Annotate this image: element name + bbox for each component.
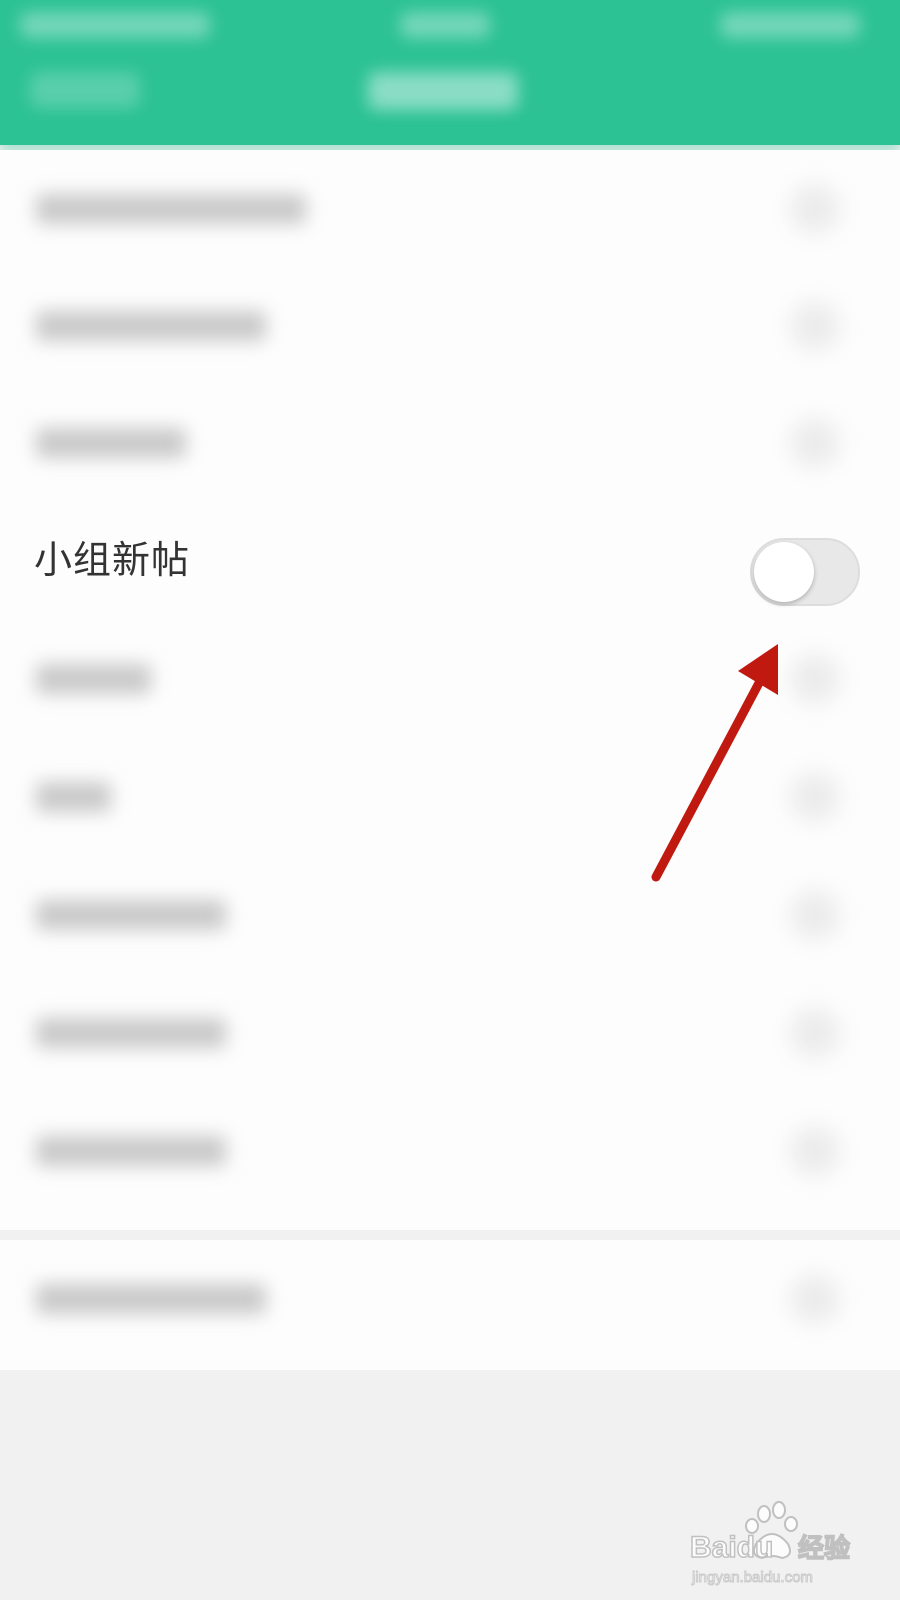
page-title <box>368 72 518 110</box>
status-bar-left <box>20 12 210 38</box>
settings-row-label <box>36 311 266 341</box>
settings-row[interactable] <box>0 1092 900 1210</box>
settings-list: 小组新帖 <box>0 150 900 1230</box>
settings-row-toggle[interactable] <box>790 418 840 468</box>
settings-row-toggle[interactable] <box>790 301 840 351</box>
settings-row-label <box>36 900 226 930</box>
settings-row[interactable] <box>0 384 900 502</box>
settings-row-label <box>36 428 186 458</box>
status-bar-center <box>400 12 490 38</box>
settings-row-label <box>36 1018 226 1048</box>
group-new-posts-label: 小组新帖 <box>34 538 191 582</box>
settings-row[interactable] <box>0 1240 900 1358</box>
settings-row-label <box>36 1136 226 1166</box>
settings-row[interactable] <box>0 267 900 385</box>
settings-row[interactable] <box>0 974 900 1092</box>
settings-row-label <box>36 664 151 694</box>
settings-row-label <box>36 782 111 812</box>
settings-list-secondary <box>0 1240 900 1370</box>
settings-row-toggle[interactable] <box>790 184 840 234</box>
settings-row-toggle[interactable] <box>790 1126 840 1176</box>
settings-row-toggle[interactable] <box>790 772 840 822</box>
settings-row-toggle[interactable] <box>790 890 840 940</box>
group-new-posts-toggle[interactable] <box>750 538 860 606</box>
baidu-jingyan-logo: Baidu 经验 jingyan.baidu.com <box>690 1501 851 1587</box>
watermark-url: jingyan.baidu.com <box>691 1569 813 1586</box>
toggle-knob <box>754 542 814 602</box>
settings-row[interactable] <box>0 856 900 974</box>
settings-row[interactable] <box>0 620 900 738</box>
status-bar-right <box>720 12 860 38</box>
settings-row-label <box>36 1284 266 1314</box>
settings-row[interactable] <box>0 150 900 268</box>
settings-row-toggle[interactable] <box>790 1274 840 1324</box>
watermark-cn: 经验 <box>798 1533 850 1564</box>
settings-row-label <box>36 194 306 224</box>
app-header <box>0 0 900 145</box>
settings-row[interactable] <box>0 738 900 856</box>
settings-row-toggle[interactable] <box>790 654 840 704</box>
back-button[interactable] <box>30 72 140 108</box>
watermark-brand: Baidu <box>690 1531 773 1564</box>
settings-row-toggle[interactable] <box>790 1008 840 1058</box>
